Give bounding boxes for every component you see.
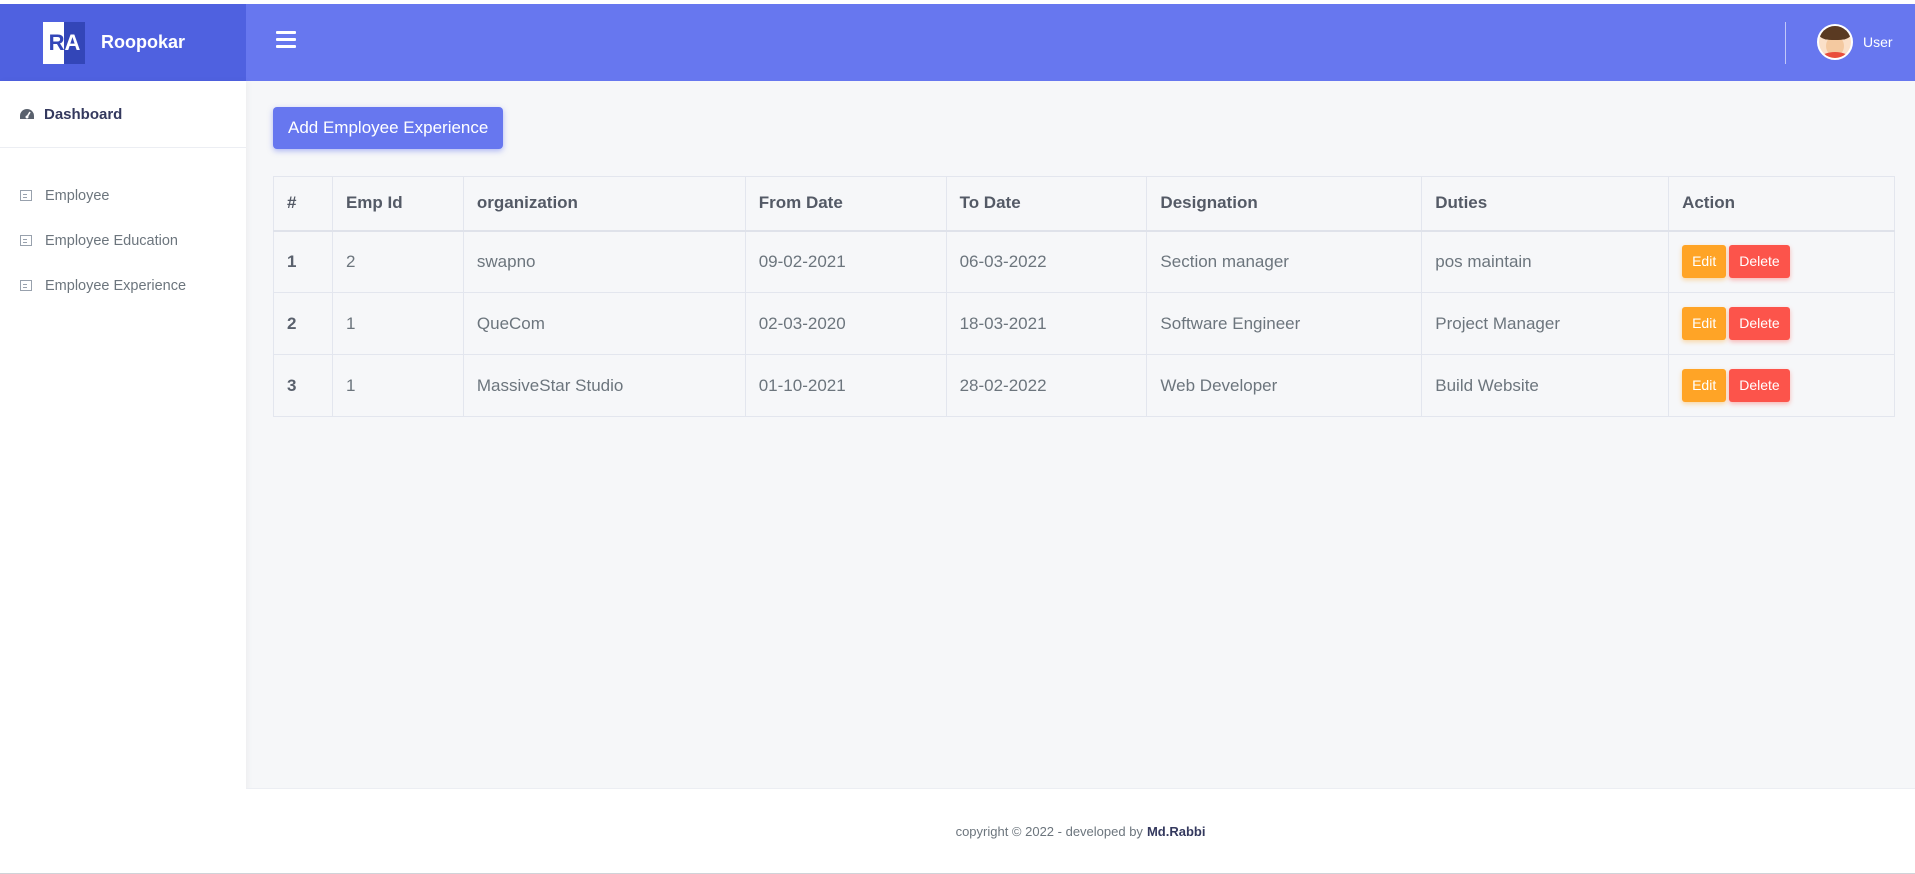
from-date-cell: 09-02-2021	[744, 230, 947, 293]
sidebar-item-label: Employee Experience	[45, 277, 187, 294]
emp-id-cell: 1	[331, 354, 464, 417]
edit-button[interactable]: Edit	[1682, 307, 1727, 340]
column-header: Emp Id	[331, 176, 464, 232]
emp-id-cell: 2	[331, 230, 464, 293]
add-employee-experience-button[interactable]: Add Employee Experience	[273, 107, 504, 149]
row-index: 2	[273, 292, 333, 355]
user-menu[interactable]: User	[1817, 24, 1893, 60]
from-date-cell: 01-10-2021	[744, 354, 947, 417]
column-header: To Date	[945, 176, 1148, 232]
topbar-divider	[1785, 22, 1786, 64]
experience-table: # Emp Id organization From Date To Date …	[273, 176, 1895, 417]
designation-cell: Section manager	[1146, 230, 1423, 293]
sidebar-item-dashboard[interactable]: Dashboard	[0, 81, 246, 148]
organization-cell: swapno	[462, 230, 746, 293]
column-header: organization	[462, 176, 746, 232]
duties-cell: Build Website	[1421, 354, 1670, 417]
logo-letter-a: A	[64, 29, 81, 55]
dashboard-icon	[20, 109, 34, 119]
footer-copyright: copyright © 2022 - developed by	[955, 824, 1143, 839]
column-header: From Date	[744, 176, 947, 232]
sidebar-item-employee[interactable]: Employee	[0, 173, 246, 218]
sidebar-item-label: Employee	[45, 187, 110, 204]
avatar	[1817, 24, 1853, 60]
duties-cell: Project Manager	[1421, 292, 1670, 355]
emp-id-cell: 1	[331, 292, 464, 355]
sidebar-item-employee-experience[interactable]: Employee Experience	[0, 263, 246, 308]
delete-button[interactable]: Delete	[1729, 369, 1790, 402]
table-row: 2 1 QueCom 02-03-2020 18-03-2021 Softwar…	[273, 292, 1895, 355]
from-date-cell: 02-03-2020	[744, 292, 947, 355]
sidebar-item-label: Employee Education	[45, 232, 178, 249]
list-icon	[20, 280, 32, 291]
action-cell: Edit Delete	[1668, 230, 1895, 293]
row-index: 1	[273, 230, 333, 293]
table-row: 3 1 MassiveStar Studio 01-10-2021 28-02-…	[273, 354, 1895, 417]
to-date-cell: 06-03-2022	[945, 230, 1148, 293]
sidebar: Dashboard Employee Employee Education Em…	[0, 81, 246, 874]
footer-author: Md.Rabbi	[1146, 824, 1206, 839]
footer: copyright © 2022 - developed by Md.Rabbi	[246, 788, 1915, 874]
row-index: 3	[273, 354, 333, 417]
user-name: User	[1863, 34, 1893, 50]
brand[interactable]: R A Roopokar	[0, 4, 246, 81]
edit-button[interactable]: Edit	[1682, 369, 1727, 402]
to-date-cell: 18-03-2021	[945, 292, 1148, 355]
to-date-cell: 28-02-2022	[945, 354, 1148, 417]
column-header: Designation	[1146, 176, 1423, 232]
duties-cell: pos maintain	[1421, 230, 1670, 293]
action-cell: Edit Delete	[1668, 292, 1895, 355]
organization-cell: MassiveStar Studio	[462, 354, 746, 417]
main-content: Add Employee Experience # Emp Id organiz…	[246, 81, 1915, 874]
topbar: User	[246, 4, 1915, 81]
action-cell: Edit Delete	[1668, 354, 1895, 417]
app: R A Roopokar User Dashboard Employee Emp…	[0, 4, 1915, 874]
table-row: 1 2 swapno 09-02-2021 06-03-2022 Section…	[273, 230, 1895, 293]
brand-name: Roopokar	[101, 32, 186, 52]
column-header: Action	[1668, 176, 1895, 232]
logo: R A	[43, 21, 85, 64]
table-header-row: # Emp Id organization From Date To Date …	[273, 176, 1895, 232]
column-header: Duties	[1421, 176, 1670, 232]
edit-button[interactable]: Edit	[1682, 245, 1727, 279]
hamburger-menu-icon[interactable]	[276, 31, 296, 51]
column-header: #	[273, 176, 333, 232]
sidebar-item-label: Dashboard	[44, 105, 123, 123]
logo-letter-r: R	[48, 29, 65, 55]
designation-cell: Software Engineer	[1146, 292, 1423, 355]
sidebar-item-employee-education[interactable]: Employee Education	[0, 218, 246, 263]
designation-cell: Web Developer	[1146, 354, 1423, 417]
organization-cell: QueCom	[462, 292, 746, 355]
delete-button[interactable]: Delete	[1729, 307, 1790, 340]
delete-button[interactable]: Delete	[1729, 245, 1790, 279]
list-icon	[20, 190, 32, 201]
list-icon	[20, 235, 32, 246]
